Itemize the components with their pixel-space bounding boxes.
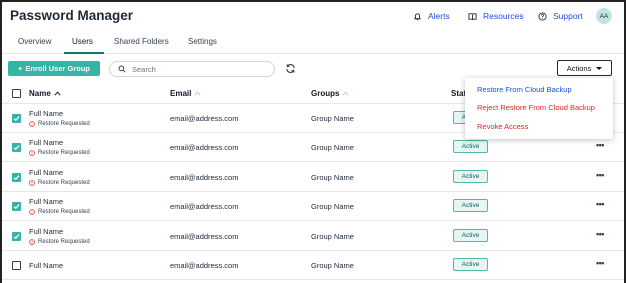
column-header-status[interactable]: Stat [451, 89, 466, 98]
user-group: Group Name [311, 173, 354, 182]
user-group: Group Name [311, 114, 354, 123]
restore-requested-note: Restore Requested [29, 121, 90, 127]
tab-settings[interactable]: Settings [188, 37, 217, 46]
plus-icon: + [18, 64, 23, 73]
actions-button[interactable]: Actions [557, 60, 612, 76]
resources-label: Resources [483, 11, 524, 21]
user-group: Group Name [311, 261, 354, 270]
status-badge: Active [453, 199, 488, 212]
bell-icon [413, 12, 422, 20]
actions-label: Actions [566, 63, 592, 73]
tab-users[interactable]: Users [72, 37, 93, 46]
alerts-link[interactable]: Alerts [413, 11, 450, 21]
user-group: Group Name [311, 202, 354, 211]
user-email: email@address.com [170, 232, 239, 241]
alert-circle-icon [29, 150, 35, 156]
alerts-label: Alerts [428, 11, 450, 21]
avatar[interactable]: AA [596, 8, 612, 24]
user-name: Full Name [29, 197, 64, 206]
row-checkbox[interactable] [12, 232, 21, 241]
table-row[interactable]: Full Name Restore Requested email@address.… [2, 222, 624, 251]
more-options-icon[interactable]: ••• [596, 199, 604, 209]
user-email: email@address.com [170, 114, 239, 123]
check-icon [13, 234, 20, 240]
status-badge: Active [453, 170, 488, 183]
enroll-user-group-button[interactable]: + Enroll User Group [8, 61, 100, 76]
alert-circle-icon [29, 180, 35, 186]
sort-up-icon [54, 91, 61, 96]
support-link[interactable]: Support [538, 11, 583, 21]
alert-circle-icon [29, 239, 35, 245]
menu-item-restore-from-cloud-backup[interactable]: Restore From Cloud Backup [477, 85, 572, 94]
user-email: email@address.com [170, 202, 239, 211]
tab-bar: Overview Users Shared Folders Settings [2, 32, 624, 54]
book-icon [468, 12, 477, 20]
enroll-user-group-label: Enroll User Group [25, 64, 90, 73]
restore-requested-note: Restore Requested [29, 239, 90, 245]
user-group: Group Name [311, 232, 354, 241]
user-name: Full Name [29, 138, 64, 147]
tab-shared-folders[interactable]: Shared Folders [114, 37, 169, 46]
alert-circle-icon [29, 209, 35, 215]
row-checkbox[interactable] [12, 202, 21, 211]
status-badge: Active [453, 229, 488, 242]
help-circle-icon [538, 11, 547, 21]
user-name: Full Name [29, 227, 64, 236]
more-options-icon[interactable]: ••• [596, 140, 604, 150]
alert-circle-icon [29, 121, 35, 127]
table-row[interactable]: Full Name email@address.com Group Name Acti… [2, 251, 624, 280]
top-bar: Password Manager Alerts Resources Suppor… [2, 2, 624, 32]
restore-requested-note: Restore Requested [29, 150, 90, 156]
status-badge: Active [453, 258, 488, 271]
sort-up-icon [342, 91, 350, 96]
search-icon [118, 65, 126, 73]
user-name: Full Name [29, 261, 64, 270]
column-header-name[interactable]: Name [29, 89, 61, 98]
restore-requested-note: Restore Requested [29, 180, 90, 186]
table-row[interactable]: Full Name Restore Requested email@address.… [2, 163, 624, 192]
row-checkbox[interactable] [12, 173, 21, 182]
user-name: Full Name [29, 109, 64, 118]
table-row[interactable]: Full Name Restore Requested email@address.… [2, 192, 624, 221]
support-label: Support [553, 11, 583, 21]
search-input[interactable] [132, 64, 262, 74]
active-tab-indicator [64, 52, 104, 54]
refresh-icon[interactable] [285, 63, 296, 74]
actions-dropdown-menu: Restore From Cloud Backup Reject Restore… [465, 78, 613, 139]
menu-item-revoke-access[interactable]: Revoke Access [477, 122, 528, 131]
check-icon [13, 175, 20, 181]
search-box[interactable] [109, 61, 275, 77]
select-all-checkbox[interactable] [12, 89, 21, 98]
menu-item-reject-restore[interactable]: Reject Restore From Cloud Backup [477, 103, 595, 112]
user-email: email@address.com [170, 173, 239, 182]
check-icon [13, 204, 20, 210]
user-email: email@address.com [170, 261, 239, 270]
sort-up-icon [194, 91, 201, 96]
more-options-icon[interactable]: ••• [596, 229, 604, 239]
column-header-email[interactable]: Email [170, 89, 201, 98]
user-email: email@address.com [170, 143, 239, 152]
row-checkbox[interactable] [12, 261, 21, 270]
more-options-icon[interactable]: ••• [596, 258, 604, 268]
caret-down-icon [596, 66, 603, 70]
column-header-groups[interactable]: Groups [311, 89, 350, 98]
status-badge: Active [453, 140, 488, 153]
check-icon [13, 145, 20, 151]
resources-link[interactable]: Resources [468, 11, 524, 21]
check-icon [13, 116, 20, 122]
tab-overview[interactable]: Overview [18, 37, 51, 46]
app-title: Password Manager [10, 8, 134, 23]
row-checkbox[interactable] [12, 114, 21, 123]
more-options-icon[interactable]: ••• [596, 170, 604, 180]
user-group: Group Name [311, 143, 354, 152]
restore-requested-note: Restore Requested [29, 209, 90, 215]
row-checkbox[interactable] [12, 143, 21, 152]
user-name: Full Name [29, 168, 64, 177]
